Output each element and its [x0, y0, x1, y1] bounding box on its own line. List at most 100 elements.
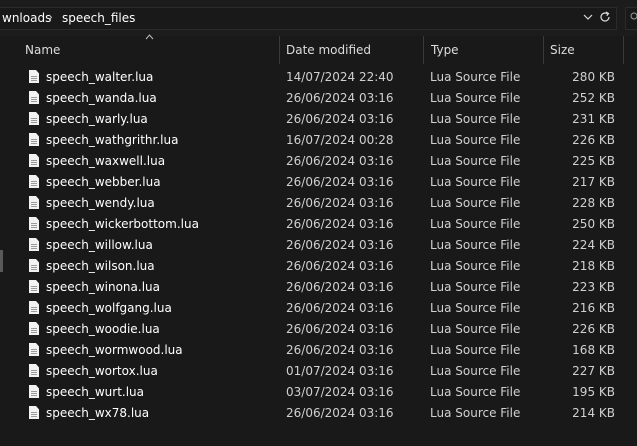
file-name: speech_wolfgang.lua	[46, 301, 172, 315]
file-name: speech_wendy.lua	[46, 196, 155, 210]
column-header-row: Name Date modified Type Size	[0, 34, 637, 64]
file-row[interactable]: speech_wolfgang.lua 26/06/2024 03:16 Lua S…	[0, 298, 637, 319]
file-type: Lua Source File	[430, 406, 521, 420]
file-type: Lua Source File	[430, 175, 521, 189]
lua-file-icon	[29, 259, 39, 272]
search-box-edge[interactable]	[625, 7, 637, 30]
file-size: 226 KB	[572, 322, 615, 336]
file-size: 250 KB	[572, 217, 615, 231]
file-date-modified: 26/06/2024 03:16	[286, 196, 394, 210]
file-name: speech_winona.lua	[46, 280, 160, 294]
lua-file-icon	[29, 406, 39, 419]
file-name: speech_willow.lua	[46, 238, 153, 252]
file-row[interactable]: speech_willow.lua 26/06/2024 03:16 Lua Sou…	[0, 235, 637, 256]
file-type: Lua Source File	[430, 196, 521, 210]
column-header-size[interactable]: Size	[550, 43, 575, 57]
file-type: Lua Source File	[430, 301, 521, 315]
file-row[interactable]: speech_webber.lua 26/06/2024 03:16 Lua Sou…	[0, 172, 637, 193]
file-date-modified: 26/06/2024 03:16	[286, 322, 394, 336]
file-name: speech_waxwell.lua	[46, 154, 166, 168]
file-date-modified: 26/06/2024 03:16	[286, 259, 394, 273]
file-type: Lua Source File	[430, 217, 521, 231]
file-date-modified: 26/06/2024 03:16	[286, 217, 394, 231]
column-divider[interactable]	[623, 36, 624, 64]
file-size: 225 KB	[572, 154, 615, 168]
lua-file-icon	[29, 70, 39, 83]
file-row[interactable]: speech_wendy.lua 26/06/2024 03:16 Lua Sour…	[0, 193, 637, 214]
file-date-modified: 03/07/2024 03:16	[286, 385, 394, 399]
column-divider[interactable]	[543, 36, 544, 64]
column-header-date-modified[interactable]: Date modified	[286, 43, 371, 57]
lua-file-icon	[29, 385, 39, 398]
file-row[interactable]: speech_wathgrithr.lua 16/07/2024 00:28 Lua…	[0, 130, 637, 151]
file-name: speech_wathgrithr.lua	[46, 133, 179, 147]
file-type: Lua Source File	[430, 91, 521, 105]
file-size: 227 KB	[572, 364, 615, 378]
chevron-down-icon[interactable]	[583, 11, 593, 25]
file-date-modified: 01/07/2024 03:16	[286, 364, 394, 378]
breadcrumb-speech-files[interactable]: speech_files	[62, 11, 135, 25]
file-name: speech_walter.lua	[46, 70, 154, 84]
file-row[interactable]: speech_wickerbottom.lua 26/06/2024 03:16 L…	[0, 214, 637, 235]
file-size: 218 KB	[572, 259, 615, 273]
file-row[interactable]: speech_waxwell.lua 26/06/2024 03:16 Lua So…	[0, 151, 637, 172]
file-type: Lua Source File	[430, 259, 521, 273]
address-row: wnloads › speech_files	[0, 0, 637, 36]
file-date-modified: 26/06/2024 03:16	[286, 91, 394, 105]
file-row[interactable]: speech_winona.lua 26/06/2024 03:16 Lua Sou…	[0, 277, 637, 298]
file-type: Lua Source File	[430, 133, 521, 147]
file-row[interactable]: speech_wurt.lua 03/07/2024 03:16 Lua Sourc…	[0, 382, 637, 403]
file-date-modified: 26/06/2024 03:16	[286, 154, 394, 168]
file-type: Lua Source File	[430, 322, 521, 336]
lua-file-icon	[29, 91, 39, 104]
file-row[interactable]: speech_warly.lua 26/06/2024 03:16 Lua Sour…	[0, 109, 637, 130]
lua-file-icon	[29, 154, 39, 167]
file-size: 280 KB	[572, 70, 615, 84]
file-list: speech_walter.lua 14/07/2024 22:40 Lua Sou…	[0, 67, 637, 424]
file-date-modified: 14/07/2024 22:40	[286, 70, 394, 84]
file-row[interactable]: speech_wilson.lua 26/06/2024 03:16 Lua Sou…	[0, 256, 637, 277]
file-date-modified: 16/07/2024 00:28	[286, 133, 394, 147]
lua-file-icon	[29, 112, 39, 125]
file-type: Lua Source File	[430, 154, 521, 168]
file-explorer-window: wnloads › speech_files Name Date modifie…	[0, 0, 637, 446]
file-name: speech_wickerbottom.lua	[46, 217, 199, 231]
file-row[interactable]: speech_walter.lua 14/07/2024 22:40 Lua Sou…	[0, 67, 637, 88]
file-size: 252 KB	[572, 91, 615, 105]
file-date-modified: 26/06/2024 03:16	[286, 301, 394, 315]
file-name: speech_wurt.lua	[46, 385, 145, 399]
file-size: 224 KB	[572, 238, 615, 252]
file-row[interactable]: speech_wanda.lua 26/06/2024 03:16 Lua Sour…	[0, 88, 637, 109]
lua-file-icon	[29, 364, 39, 377]
file-date-modified: 26/06/2024 03:16	[286, 238, 394, 252]
file-date-modified: 26/06/2024 03:16	[286, 406, 394, 420]
file-name: speech_wormwood.lua	[46, 343, 183, 357]
column-divider[interactable]	[423, 36, 424, 64]
address-bar[interactable]: wnloads › speech_files	[0, 7, 617, 30]
column-header-type[interactable]: Type	[431, 43, 459, 57]
file-type: Lua Source File	[430, 364, 521, 378]
lua-file-icon	[29, 175, 39, 188]
lua-file-icon	[29, 196, 39, 209]
file-row[interactable]: speech_wx78.lua 26/06/2024 03:16 Lua Sourc…	[0, 403, 637, 424]
column-divider[interactable]	[279, 36, 280, 64]
file-name: speech_wortox.lua	[46, 364, 158, 378]
lua-file-icon	[29, 280, 39, 293]
search-icon	[629, 11, 637, 26]
file-name: speech_wilson.lua	[46, 259, 155, 273]
lua-file-icon	[29, 322, 39, 335]
file-size: 216 KB	[572, 301, 615, 315]
file-row[interactable]: speech_woodie.lua 26/06/2024 03:16 Lua Sou…	[0, 319, 637, 340]
lua-file-icon	[29, 343, 39, 356]
file-size: 231 KB	[572, 112, 615, 126]
file-size: 223 KB	[572, 280, 615, 294]
file-row[interactable]: speech_wormwood.lua 26/06/2024 03:16 Lua S…	[0, 340, 637, 361]
breadcrumb-downloads[interactable]: wnloads	[2, 11, 51, 25]
refresh-icon[interactable]	[599, 11, 611, 26]
file-size: 168 KB	[572, 343, 615, 357]
file-date-modified: 26/06/2024 03:16	[286, 343, 394, 357]
file-row[interactable]: speech_wortox.lua 01/07/2024 03:16 Lua Sou…	[0, 361, 637, 382]
lua-file-icon	[29, 238, 39, 251]
file-name: speech_wx78.lua	[46, 406, 150, 420]
column-header-name[interactable]: Name	[25, 43, 60, 57]
